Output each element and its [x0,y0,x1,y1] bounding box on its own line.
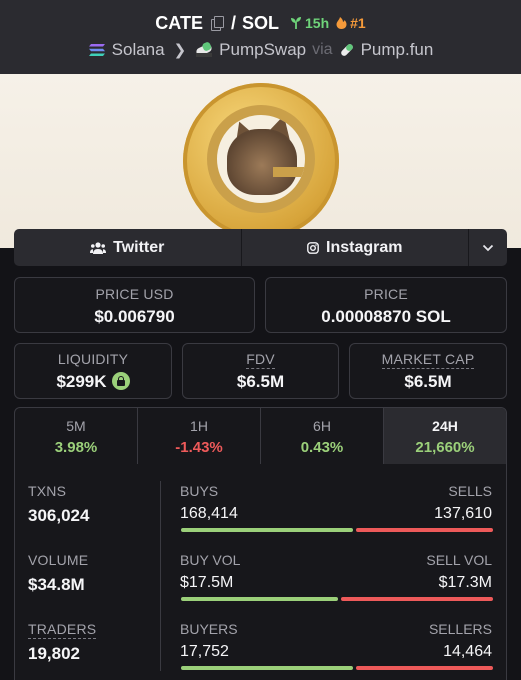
instagram-icon [307,241,319,254]
token-banner [0,74,521,248]
social-links-bar: Twitter Instagram [14,229,507,266]
sells-label: SELLS [448,483,492,499]
flame-icon [336,17,347,29]
tab-6h-label: 6H [313,418,331,434]
dex-link[interactable]: PumpSwap [219,40,306,60]
pair-header: CATE / SOL 15h #1 Solana ❯ PumpSwap via … [0,0,521,74]
quote-token-symbol: SOL [241,12,279,33]
buys-label: BUYS [180,483,219,499]
fdv-card: FDV $6.5M [182,343,339,399]
chevron-down-icon [482,244,494,251]
liquidity-label: LIQUIDITY [57,351,129,367]
copy-icon[interactable] [210,16,224,31]
sellers-bar [356,666,493,670]
more-links-button[interactable] [469,229,507,266]
market-cap-label-wrap: MARKET CAP [350,351,506,369]
price-native-value: 0.00008870 SOL [321,307,451,326]
buy-volume-value: $17.5M [180,574,234,591]
market-cap-label[interactable]: MARKET CAP [381,351,475,369]
tab-24h-label: 24H [432,418,458,434]
pair-title-row: CATE / SOL 15h #1 [0,10,521,36]
price-native-card: PRICE 0.00008870 SOL [265,277,507,333]
seedling-icon [291,17,301,29]
pair-age-text: 15h [305,15,330,31]
buys-value: 168,414 [180,505,238,522]
instagram-button[interactable]: Instagram [242,229,469,266]
tab-1h[interactable]: 1H -1.43% [138,408,261,464]
sellers-value: 14,464 [443,643,492,660]
liquidity-card: LIQUIDITY $299K [14,343,172,399]
token-logo [183,83,339,239]
buyers-label: BUYERS [180,621,238,637]
pill-icon [340,44,353,56]
fdv-label-wrap: FDV [183,351,338,369]
sells-bar [356,528,493,532]
trending-rank-text: #1 [350,15,366,31]
liquidity-value: $299K [56,372,107,391]
traders-label[interactable]: TRADERS [28,621,97,639]
volume-label: VOLUME [28,552,89,568]
tab-5m-label: 5M [66,418,86,434]
txns-label: TXNS [28,483,67,499]
trending-rank-badge: #1 [335,15,366,31]
sell-volume-bar [341,597,493,601]
market-cap-value: $6.5M [404,372,452,391]
token-logo-image [207,105,315,213]
pair-source-row: Solana ❯ PumpSwap via Pump.fun [0,38,521,62]
sell-volume-label: SELL VOL [426,552,492,568]
liquidity-value-row: $299K [15,372,171,392]
buys-bar [181,528,353,532]
tab-24h-change: 21,660% [415,439,475,456]
stats-divider [160,481,161,671]
lock-icon[interactable] [111,372,130,390]
txns-value: 306,024 [28,506,90,525]
solana-icon [88,44,105,56]
sells-value: 137,610 [434,505,492,522]
tab-6h[interactable]: 6H 0.43% [261,408,384,464]
chevron-right-icon: ❯ [173,42,187,59]
cat-image [227,129,297,195]
launchpad-link[interactable]: Pump.fun [361,40,434,60]
volume-value: $34.8M [28,575,85,594]
market-cap-card: MARKET CAP $6.5M [349,343,507,399]
twitter-button[interactable]: Twitter [14,229,242,266]
price-change-tabs: 5M 3.98% 1H -1.43% 6H 0.43% 24H 21,660% [14,407,507,465]
price-usd-card: PRICE USD $0.006790 [14,277,255,333]
buyers-value: 17,752 [180,643,229,660]
transaction-stats-panel: TXNS 306,024 VOLUME $34.8M TRADERS 19,80… [14,464,507,680]
fdv-value: $6.5M [236,372,285,391]
tab-1h-label: 1H [190,418,208,434]
buy-volume-label: BUY VOL [180,552,241,568]
buy-volume-bar [181,597,338,601]
tab-24h[interactable]: 24H 21,660% [384,408,506,464]
tab-5m-change: 3.98% [54,439,98,456]
twitter-label: Twitter [113,238,165,256]
sell-volume-value: $17.3M [438,574,492,591]
price-usd-label: PRICE USD [95,286,174,302]
traders-label-wrap: TRADERS [28,621,97,639]
fdv-label[interactable]: FDV [246,351,275,369]
pair-age-badge: 15h [289,15,329,31]
traders-value: 19,802 [28,644,80,663]
price-usd-value: $0.006790 [94,307,175,326]
chain-link[interactable]: Solana [112,40,165,60]
pumpswap-icon [196,42,213,57]
tab-5m[interactable]: 5M 3.98% [15,408,138,464]
tab-1h-change: -1.43% [175,439,223,456]
instagram-label: Instagram [326,238,403,256]
price-native-label: PRICE [364,286,408,302]
buyers-bar [181,666,353,670]
sellers-label: SELLERS [428,621,492,637]
tab-6h-change: 0.43% [300,439,344,456]
users-icon [90,241,107,254]
pair-separator: / [230,12,236,33]
via-text: via [312,41,333,58]
base-token-symbol: CATE [155,12,203,33]
